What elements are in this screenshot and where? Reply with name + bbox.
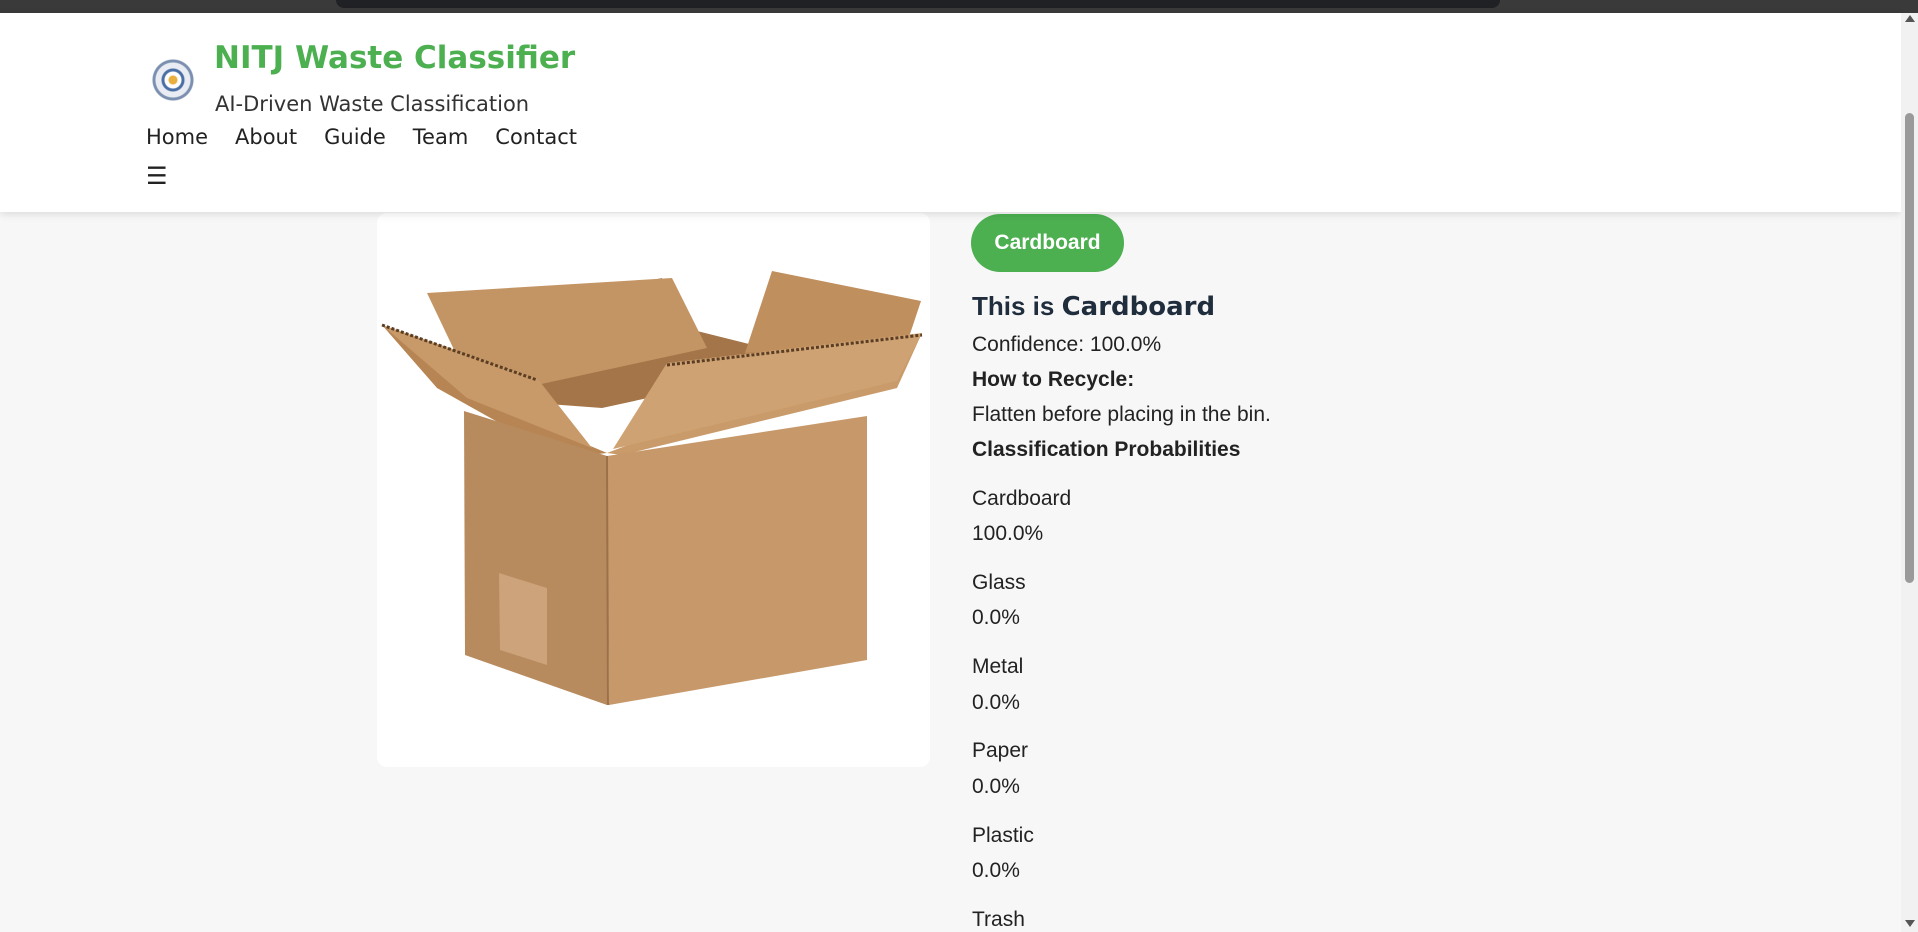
nav-item-about[interactable]: About <box>235 125 297 149</box>
confidence-text: Confidence: 100.0% <box>972 333 1162 356</box>
prob-label-plastic: Plastic <box>972 824 1034 847</box>
prob-value-glass: 0.0% <box>972 606 1020 629</box>
nav-item-home[interactable]: Home <box>146 125 208 149</box>
browser-tab-strip <box>336 0 1500 8</box>
headline-prefix: This is <box>972 291 1062 321</box>
browser-top-bar <box>0 0 1918 13</box>
nav-item-contact[interactable]: Contact <box>495 125 577 149</box>
prob-value-metal: 0.0% <box>972 691 1020 714</box>
main-nav: Home About Guide Team Contact <box>146 125 577 149</box>
site-subtitle: AI-Driven Waste Classification <box>215 92 530 116</box>
nav-item-team[interactable]: Team <box>413 125 469 149</box>
prob-value-paper: 0.0% <box>972 775 1020 798</box>
uploaded-image-card <box>377 213 930 767</box>
prob-value-plastic: 0.0% <box>972 859 1020 882</box>
scrollbar-thumb[interactable] <box>1905 113 1914 583</box>
page-scrollbar[interactable] <box>1901 13 1918 932</box>
prob-label-cardboard: Cardboard <box>972 487 1072 510</box>
nav-item-guide[interactable]: Guide <box>324 125 386 149</box>
scroll-down-arrow-icon[interactable] <box>1905 920 1915 927</box>
prob-label-paper: Paper <box>972 739 1029 762</box>
headline-class: Cardboard <box>1061 292 1216 322</box>
predicted-class-badge: Cardboard <box>971 214 1124 272</box>
recycle-heading: How to Recycle: <box>972 368 1135 391</box>
institute-seal-icon[interactable] <box>151 58 195 102</box>
site-header: NITJ Waste Classifier AI-Driven Waste Cl… <box>0 13 1901 212</box>
prob-value-cardboard: 100.0% <box>972 522 1044 545</box>
site-title[interactable]: NITJ Waste Classifier <box>214 40 575 76</box>
hamburger-menu-icon[interactable]: ☰ <box>146 162 168 190</box>
cardboard-box-image <box>381 271 923 706</box>
recycle-tip: Flatten before placing in the bin. <box>972 403 1271 426</box>
prob-label-glass: Glass <box>972 571 1026 594</box>
prob-label-trash: Trash <box>972 908 1025 931</box>
scroll-up-arrow-icon[interactable] <box>1905 15 1915 22</box>
result-headline: This is Cardboard <box>972 291 1215 322</box>
probabilities-heading: Classification Probabilities <box>972 438 1241 461</box>
prob-label-metal: Metal <box>972 655 1024 678</box>
